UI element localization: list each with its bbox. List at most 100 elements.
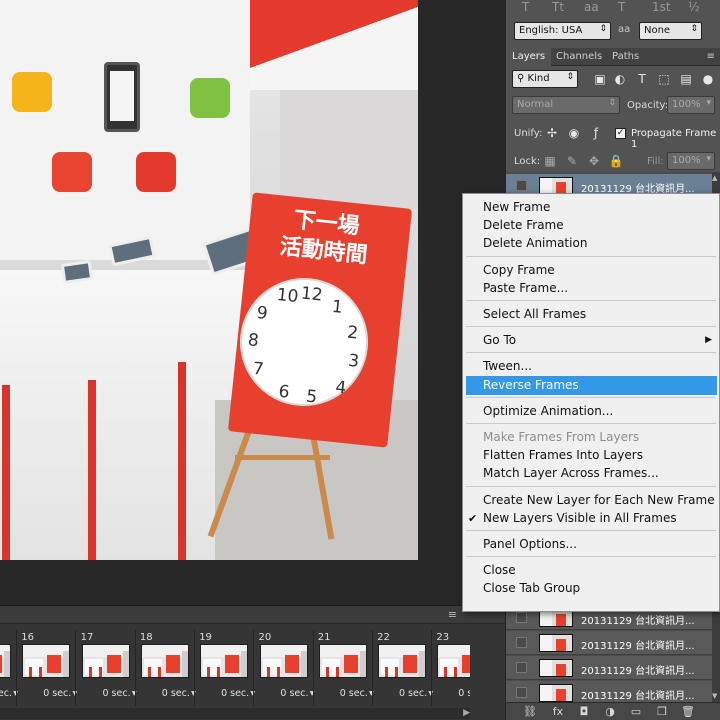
panel-menu-icon[interactable]: ≡ bbox=[448, 608, 457, 621]
new-layer-icon[interactable]: ❐ bbox=[654, 704, 670, 720]
trash-icon[interactable]: 🗑 bbox=[680, 704, 696, 720]
menu-item-create-new-layer-for-each-new-frame[interactable]: Create New Layer for Each New Frame bbox=[464, 491, 718, 510]
menu-item-new-frame[interactable]: New Frame bbox=[464, 198, 718, 217]
visibility-toggle[interactable] bbox=[516, 662, 527, 673]
frame-delay-dropdown[interactable]: 0 sec. bbox=[314, 688, 372, 699]
adjustment-filter-icon[interactable]: ◐ bbox=[612, 71, 628, 87]
layer-row[interactable]: 20131129 台北資訊月... bbox=[506, 656, 713, 680]
menu-item-new-layers-visible-in-all-frames[interactable]: New Layers Visible in All Frames ✔ bbox=[464, 509, 718, 528]
frame-delay-dropdown[interactable]: 0 sec. bbox=[136, 688, 194, 699]
scroll-right-icon[interactable]: ▶ bbox=[463, 708, 470, 718]
menu-item-label: Make Frames From Layers bbox=[483, 430, 640, 444]
menu-item-panel-options[interactable]: Panel Options... bbox=[464, 535, 718, 554]
frame-delay-dropdown[interactable]: 0 sec. bbox=[255, 688, 313, 699]
menu-item-optimize-animation[interactable]: Optimize Animation... bbox=[464, 402, 718, 421]
folder-icon[interactable]: ▭ bbox=[628, 704, 644, 720]
visibility-toggle[interactable] bbox=[516, 637, 527, 648]
frame-delay-dropdown[interactable]: 0 sec. bbox=[432, 688, 470, 699]
visibility-toggle[interactable] bbox=[516, 180, 527, 191]
frame-strip: 0 sec.▾160 sec.▾170 sec.▾180 sec.▾190 se… bbox=[0, 630, 470, 708]
frame-number: 18 bbox=[139, 632, 153, 643]
animation-frame[interactable]: 160 sec.▾ bbox=[17, 630, 77, 704]
unify-visibility-icon[interactable]: ◉ bbox=[566, 125, 582, 141]
link-icon[interactable]: ⛓ bbox=[522, 704, 538, 720]
opacity-field[interactable]: 100% ▾ bbox=[667, 96, 715, 114]
menu-item-tween[interactable]: Tween... bbox=[464, 357, 718, 376]
antialias-select[interactable]: None ⇕ bbox=[639, 22, 702, 40]
scroll-up-icon[interactable]: ▲ bbox=[712, 174, 717, 182]
glyph-button[interactable]: ½ bbox=[688, 0, 700, 14]
layer-row[interactable]: 20131129 台北資訊月... bbox=[506, 631, 713, 655]
document-image[interactable]: 下一場 活動時間 12 1 2 3 4 5 6 7 8 9 10 bbox=[0, 0, 418, 560]
menu-item-select-all-frames[interactable]: Select All Frames bbox=[464, 305, 718, 324]
blend-mode-select[interactable]: Normal ⇕ bbox=[512, 96, 620, 114]
glyph-button[interactable]: Tt bbox=[552, 0, 564, 14]
menu-item-reverse-frames[interactable]: Reverse Frames bbox=[466, 375, 717, 395]
language-select[interactable]: English: USA ⇕ bbox=[514, 22, 611, 40]
menu-item-close[interactable]: Close bbox=[464, 561, 718, 580]
lock-all-icon[interactable]: 🔒 bbox=[608, 153, 624, 169]
pixel-filter-icon[interactable]: ▣ bbox=[592, 71, 608, 87]
glyph-button[interactable]: T bbox=[522, 0, 529, 14]
animation-frame[interactable]: 190 sec.▾ bbox=[195, 630, 255, 704]
tab-paths[interactable]: Paths bbox=[606, 48, 645, 66]
menu-item-match-layer-across-frames[interactable]: Match Layer Across Frames... bbox=[464, 464, 718, 483]
propagate-checkbox[interactable]: ✓ bbox=[615, 128, 626, 139]
scroll-down-icon[interactable]: ▼ bbox=[712, 692, 717, 700]
frame-delay-dropdown[interactable]: 0 sec. bbox=[17, 688, 75, 699]
menu-item-paste-frame[interactable]: Paste Frame... bbox=[464, 279, 718, 298]
menu-item-label: Optimize Animation... bbox=[483, 403, 614, 418]
counter-stripe bbox=[2, 385, 10, 560]
fill-field[interactable]: 100% ▾ bbox=[667, 152, 715, 170]
visibility-toggle[interactable] bbox=[516, 612, 527, 623]
dropdown-arrow-icon: ⇕ bbox=[608, 98, 616, 108]
animation-frame[interactable]: 170 sec.▾ bbox=[77, 630, 137, 704]
dropdown-arrow-icon: ⇕ bbox=[690, 24, 698, 34]
glyph-button[interactable]: T bbox=[618, 0, 625, 14]
tab-layers[interactable]: Layers bbox=[506, 48, 552, 66]
animation-frame[interactable]: 230 sec.▾ bbox=[432, 630, 470, 704]
panel-menu-icon[interactable]: ≡ bbox=[707, 51, 715, 62]
shape-filter-icon[interactable]: ⬚ bbox=[656, 71, 672, 87]
lock-pixels-icon[interactable]: ✎ bbox=[564, 153, 580, 169]
unify-position-icon[interactable]: ✢ bbox=[544, 125, 560, 141]
frame-number: 16 bbox=[21, 632, 35, 643]
document-canvas-area[interactable]: 下一場 活動時間 12 1 2 3 4 5 6 7 8 9 10 bbox=[0, 0, 505, 605]
type-filter-icon[interactable]: T bbox=[634, 71, 650, 87]
smart-object-filter-icon[interactable]: ▤ bbox=[678, 71, 694, 87]
unify-style-icon[interactable]: ƒ bbox=[588, 125, 604, 141]
menu-item-go-to[interactable]: Go To ▶ bbox=[464, 331, 718, 350]
frame-delay-dropdown[interactable]: 0 sec. bbox=[77, 688, 135, 699]
adjustment-icon[interactable]: ◑ bbox=[602, 704, 618, 720]
lock-position-icon[interactable]: ✥ bbox=[586, 153, 602, 169]
menu-separator bbox=[466, 485, 716, 487]
glyph-button[interactable]: aa bbox=[584, 0, 599, 14]
frame-delay-dropdown[interactable]: 0 sec. bbox=[195, 688, 253, 699]
menu-item-copy-frame[interactable]: Copy Frame bbox=[464, 261, 718, 280]
timeline-scrollbar[interactable]: ▶ bbox=[0, 708, 470, 719]
clock-number: 10 bbox=[275, 284, 300, 308]
app-icon-image bbox=[52, 152, 92, 192]
animation-frame[interactable]: 200 sec.▾ bbox=[255, 630, 315, 704]
filter-toggle-icon[interactable]: ● bbox=[700, 71, 716, 87]
mask-icon[interactable]: ◘ bbox=[576, 704, 592, 720]
visibility-toggle[interactable] bbox=[516, 687, 527, 698]
animation-frame[interactable]: 180 sec.▾ bbox=[136, 630, 196, 704]
animation-frame[interactable]: 220 sec.▾ bbox=[373, 630, 433, 704]
menu-item-delete-frame[interactable]: Delete Frame bbox=[464, 216, 718, 235]
fx-icon[interactable]: fx bbox=[550, 704, 566, 720]
animation-frame[interactable]: 0 sec.▾ bbox=[0, 630, 18, 704]
propagate-label: Propagate Frame 1 bbox=[631, 128, 717, 150]
menu-item-delete-animation[interactable]: Delete Animation bbox=[464, 234, 718, 253]
checkmark-icon: ✔ bbox=[468, 511, 478, 525]
lock-transparency-icon[interactable]: ▦ bbox=[542, 153, 558, 169]
glyph-button[interactable]: 1st bbox=[652, 0, 671, 14]
tab-channels[interactable]: Channels bbox=[550, 48, 608, 66]
animation-frame[interactable]: 210 sec.▾ bbox=[314, 630, 374, 704]
filter-kind-select[interactable]: ⚲ Kind ⇕ bbox=[512, 70, 578, 88]
frame-delay-dropdown[interactable]: 0 sec. bbox=[373, 688, 431, 699]
menu-item-close-tab-group[interactable]: Close Tab Group bbox=[464, 579, 718, 598]
layer-thumbnail bbox=[539, 684, 573, 702]
menu-item-flatten-frames-into-layers[interactable]: Flatten Frames Into Layers bbox=[464, 446, 718, 465]
menu-item-label: Copy Frame bbox=[483, 262, 555, 277]
